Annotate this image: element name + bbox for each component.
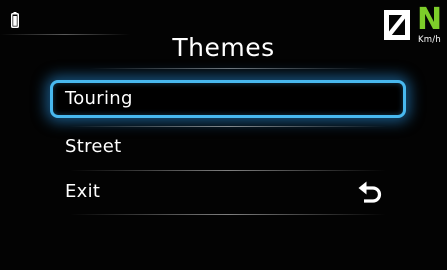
menu-divider (70, 126, 386, 127)
menu-item-label: Exit (65, 181, 101, 202)
page-title: Themes (172, 33, 275, 62)
menu-item-touring[interactable]: Touring (50, 80, 406, 118)
menu-item-label: Street (65, 136, 122, 157)
battery-icon (11, 12, 19, 28)
menu-divider (70, 214, 386, 215)
menu-item-street[interactable]: Street (50, 128, 406, 166)
menu-item-exit[interactable]: Exit (50, 173, 406, 211)
gear-indicator: N (417, 2, 443, 37)
menu-divider (70, 170, 386, 171)
title-divider (90, 68, 370, 69)
back-arrow-icon (358, 180, 384, 204)
themes-screen: N Km/h Themes Touring Street Exit (0, 0, 447, 270)
menu-item-label: Touring (65, 88, 133, 109)
